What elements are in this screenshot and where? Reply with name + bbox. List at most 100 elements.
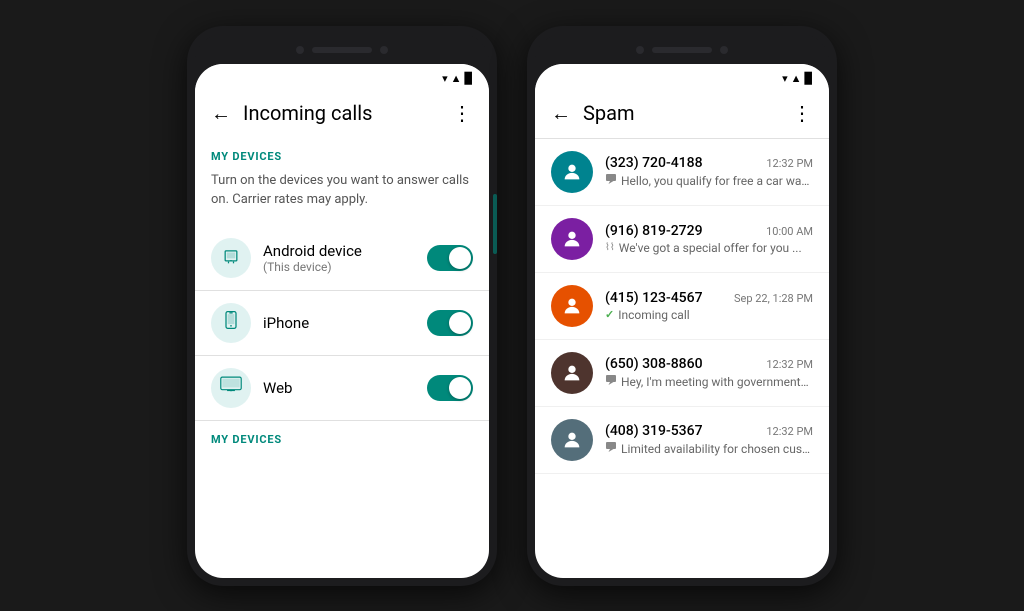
preview-icon-1: ⌇⌇: [605, 242, 615, 253]
phone-notch-2: [535, 34, 829, 64]
app-header-1: ← Incoming calls ⋮: [195, 89, 489, 138]
preview-icon-4: [605, 441, 617, 456]
spam-list: (323) 720-4188 12:32 PM Hello, you qualify…: [535, 139, 829, 474]
signal-icon-2: ▲: [791, 72, 802, 85]
preview-icon-2: ✓: [605, 308, 614, 321]
web-device-name: Web: [263, 379, 415, 397]
devices-description: Turn on the devices you want to answer c…: [195, 167, 489, 226]
preview-icon-3: [605, 374, 617, 389]
spam-list-item[interactable]: (408) 319-5367 12:32 PM Limited availabili…: [535, 407, 829, 474]
web-device-icon: [220, 376, 242, 399]
android-device-name: Android device: [263, 242, 415, 260]
iphone-device-name: iPhone: [263, 314, 415, 332]
preview-text-0: Hello, you qualify for free a car wash: [621, 174, 813, 188]
spam-number-4: (408) 319-5367: [605, 423, 703, 439]
header-left-1: ← Incoming calls: [211, 101, 372, 126]
iphone-icon-circle: [211, 303, 251, 343]
spam-info-2: (415) 123-4567 Sep 22, 1:28 PM ✓ Incoming c…: [605, 290, 813, 322]
spam-info-1: (916) 819-2729 10:00 AM ⌇⌇ We've got a spec…: [605, 223, 813, 255]
avatar-3: [551, 352, 593, 394]
preview-text-2: Incoming call: [618, 308, 689, 322]
avatar-1: [551, 218, 593, 260]
more-menu-1[interactable]: ⋮: [452, 101, 473, 125]
phones-container: ▾ ▲ ▉ ← Incoming calls ⋮ MY DEVICES Turn…: [187, 26, 837, 586]
preview-icon-0: [605, 173, 617, 188]
web-device-info: Web: [263, 379, 415, 397]
device-item-web: Web: [195, 356, 489, 420]
spam-list-item[interactable]: (916) 819-2729 10:00 AM ⌇⌇ We've got a spec…: [535, 206, 829, 273]
spam-preview-2: ✓ Incoming call: [605, 308, 813, 322]
back-button-2[interactable]: ←: [551, 101, 571, 126]
camera-left-2: [636, 46, 644, 54]
spam-time-3: 12:32 PM: [766, 358, 813, 371]
section-label-my-devices-2: MY DEVICES: [195, 421, 489, 450]
android-device-subtitle: (This device): [263, 260, 415, 274]
speaker-bar: [312, 47, 372, 53]
camera-right-2: [720, 46, 728, 54]
phone-spam: ▾ ▲ ▉ ← Spam ⋮ (323) 720-4188 12:32 PM Hel…: [527, 26, 837, 586]
phone-incoming-calls: ▾ ▲ ▉ ← Incoming calls ⋮ MY DEVICES Turn…: [187, 26, 497, 586]
preview-text-4: Limited availability for chosen cust...: [621, 442, 813, 456]
spam-list-item[interactable]: (650) 308-8860 12:32 PM Hey, I'm meeting w…: [535, 340, 829, 407]
signal-icon: ▲: [451, 72, 462, 85]
android-device-info: Android device (This device): [263, 242, 415, 274]
preview-text-3: Hey, I'm meeting with governmental ...: [621, 375, 813, 389]
web-icon-circle: [211, 368, 251, 408]
spam-number-row-1: (916) 819-2729 10:00 AM: [605, 223, 813, 239]
device-item-iphone: iPhone: [195, 291, 489, 355]
status-bar-1: ▾ ▲ ▉: [195, 64, 489, 89]
spam-list-item[interactable]: (415) 123-4567 Sep 22, 1:28 PM ✓ Incoming c…: [535, 273, 829, 340]
device-list: Android device (This device): [195, 226, 489, 420]
spam-preview-0: Hello, you qualify for free a car wash: [605, 173, 813, 188]
speaker-bar-2: [652, 47, 712, 53]
battery-icon: ▉: [465, 72, 473, 85]
spam-time-2: Sep 22, 1:28 PM: [734, 292, 813, 305]
android-icon-circle: [211, 238, 251, 278]
spam-preview-1: ⌇⌇ We've got a special offer for you ...: [605, 241, 813, 255]
iphone-device-info: iPhone: [263, 314, 415, 332]
device-item-android: Android device (This device): [195, 226, 489, 290]
iphone-device-toggle[interactable]: [427, 310, 473, 336]
spam-preview-3: Hey, I'm meeting with governmental ...: [605, 374, 813, 389]
toggle-knob-android: [449, 247, 471, 269]
status-bar-2: ▾ ▲ ▉: [535, 64, 829, 89]
android-device-icon: [221, 245, 241, 270]
more-menu-2[interactable]: ⋮: [792, 101, 813, 125]
app-header-2: ← Spam ⋮: [535, 89, 829, 138]
spam-time-1: 10:00 AM: [766, 225, 813, 238]
web-device-toggle[interactable]: [427, 375, 473, 401]
avatar-2: [551, 285, 593, 327]
spam-number-row-3: (650) 308-8860 12:32 PM: [605, 356, 813, 372]
spam-number-row-2: (415) 123-4567 Sep 22, 1:28 PM: [605, 290, 813, 306]
iphone-device-icon: [221, 310, 241, 335]
spam-info-0: (323) 720-4188 12:32 PM Hello, you qualify…: [605, 155, 813, 188]
spam-number-3: (650) 308-8860: [605, 356, 703, 372]
spam-time-4: 12:32 PM: [766, 425, 813, 438]
section-label-my-devices-1: MY DEVICES: [195, 138, 489, 167]
spam-preview-4: Limited availability for chosen cust...: [605, 441, 813, 456]
spam-info-3: (650) 308-8860 12:32 PM Hey, I'm meeting w…: [605, 356, 813, 389]
page-title-2: Spam: [583, 101, 635, 125]
spam-info-4: (408) 319-5367 12:32 PM Limited availabili…: [605, 423, 813, 456]
spam-number-0: (323) 720-4188: [605, 155, 703, 171]
spam-number-1: (916) 819-2729: [605, 223, 703, 239]
status-icons-1: ▾ ▲ ▉: [442, 72, 473, 85]
spam-number-row-0: (323) 720-4188 12:32 PM: [605, 155, 813, 171]
spam-number-row-4: (408) 319-5367 12:32 PM: [605, 423, 813, 439]
preview-text-1: We've got a special offer for you ...: [619, 241, 802, 255]
screen-content-1: MY DEVICES Turn on the devices you want …: [195, 138, 489, 578]
spam-list-item[interactable]: (323) 720-4188 12:32 PM Hello, you qualify…: [535, 139, 829, 206]
wifi-icon: ▾: [442, 72, 448, 85]
back-button-1[interactable]: ←: [211, 101, 231, 126]
battery-icon-2: ▉: [805, 72, 813, 85]
toggle-knob-web: [449, 377, 471, 399]
header-left-2: ← Spam: [551, 101, 635, 126]
toggle-knob-iphone: [449, 312, 471, 334]
spam-number-2: (415) 123-4567: [605, 290, 703, 306]
android-device-toggle[interactable]: [427, 245, 473, 271]
page-title-1: Incoming calls: [243, 101, 372, 125]
status-icons-2: ▾ ▲ ▉: [782, 72, 813, 85]
wifi-icon-2: ▾: [782, 72, 788, 85]
spam-time-0: 12:32 PM: [766, 157, 813, 170]
avatar-0: [551, 151, 593, 193]
